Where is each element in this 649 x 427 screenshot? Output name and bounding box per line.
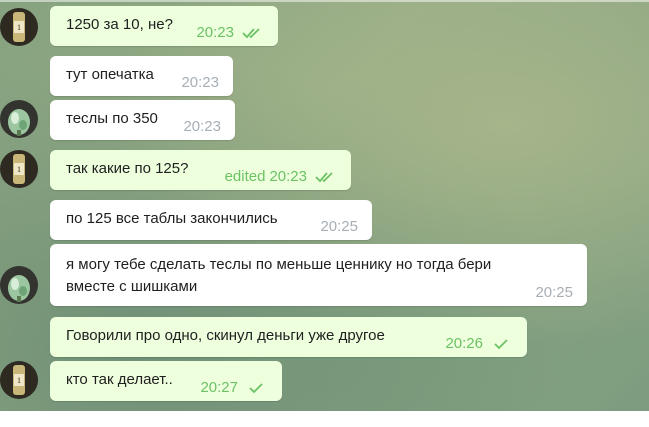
message-meta: 20:25 bbox=[320, 218, 358, 235]
top-edge bbox=[0, 0, 649, 2]
message-meta: 20:23 bbox=[196, 24, 264, 41]
bottom-strip bbox=[0, 411, 649, 427]
message-text: так какие по 125? bbox=[66, 160, 189, 177]
message-bubble-outgoing[interactable]: так какие по 125? edited 20:23 bbox=[50, 150, 351, 190]
message-text-multiline: я могу тебе сделать теслы по меньше ценн… bbox=[66, 254, 491, 298]
message-text: Говорили про одно, скинул деньги уже дру… bbox=[66, 327, 385, 344]
svg-text:1: 1 bbox=[17, 376, 21, 385]
avatar-bottle-icon[interactable]: 1 bbox=[0, 361, 38, 399]
svg-text:1: 1 bbox=[17, 165, 21, 174]
message-time: 20:27 bbox=[200, 379, 238, 396]
svg-text:1: 1 bbox=[17, 23, 21, 32]
message-bubble-incoming[interactable]: по 125 все таблы закончились 20:25 bbox=[50, 200, 372, 240]
message-text: тут опечатка bbox=[66, 66, 154, 83]
message-bubble-incoming[interactable]: я могу тебе сделать теслы по меньше ценн… bbox=[50, 244, 587, 306]
message-text-line: я могу тебе сделать теслы по меньше ценн… bbox=[66, 256, 492, 273]
message-bubble-outgoing[interactable]: 1250 за 10, не? 20:23 bbox=[50, 6, 278, 46]
message-bubble-incoming[interactable]: тут опечатка 20:23 bbox=[50, 56, 233, 96]
edited-label: edited bbox=[224, 168, 266, 185]
double-check-icon bbox=[242, 27, 260, 38]
message-time: 20:23 bbox=[196, 24, 234, 41]
double-check-icon bbox=[315, 171, 333, 182]
chat-background: 1 1250 за 10, не? 20:23 тут опечатка 20:… bbox=[0, 0, 649, 411]
message-time: 20:25 bbox=[320, 218, 358, 235]
message-text: кто так делает.. bbox=[66, 371, 173, 388]
avatar-bottle-icon[interactable]: 1 bbox=[0, 8, 38, 46]
message-text: по 125 все таблы закончились bbox=[66, 210, 278, 227]
message-meta: edited 20:23 bbox=[225, 168, 337, 185]
message-text-line: вместе с шишками bbox=[66, 278, 198, 295]
message-bubble-outgoing[interactable]: Говорили про одно, скинул деньги уже дру… bbox=[50, 317, 527, 357]
message-time: 20:23 bbox=[269, 168, 307, 185]
message-meta: 20:23 bbox=[183, 118, 221, 135]
message-time: 20:23 bbox=[181, 74, 219, 91]
message-meta: 20:23 bbox=[181, 74, 219, 91]
message-time: 20:26 bbox=[445, 335, 483, 352]
message-text: теслы по 350 bbox=[66, 110, 158, 127]
message-bubble-outgoing[interactable]: кто так делает.. 20:27 bbox=[50, 361, 282, 401]
avatar-bottle-icon[interactable]: 1 bbox=[0, 150, 38, 188]
avatar-plant-icon[interactable] bbox=[0, 100, 38, 138]
message-meta: 20:25 bbox=[535, 284, 573, 301]
message-text: 1250 за 10, не? bbox=[66, 16, 173, 33]
message-time: 20:25 bbox=[535, 284, 573, 301]
single-check-icon bbox=[494, 338, 508, 349]
single-check-icon bbox=[249, 382, 263, 393]
message-time: 20:23 bbox=[183, 118, 221, 135]
message-bubble-incoming[interactable]: теслы по 350 20:23 bbox=[50, 100, 235, 140]
message-meta: 20:27 bbox=[200, 379, 268, 396]
avatar-plant-icon[interactable] bbox=[0, 266, 38, 304]
message-meta: 20:26 bbox=[445, 335, 513, 352]
